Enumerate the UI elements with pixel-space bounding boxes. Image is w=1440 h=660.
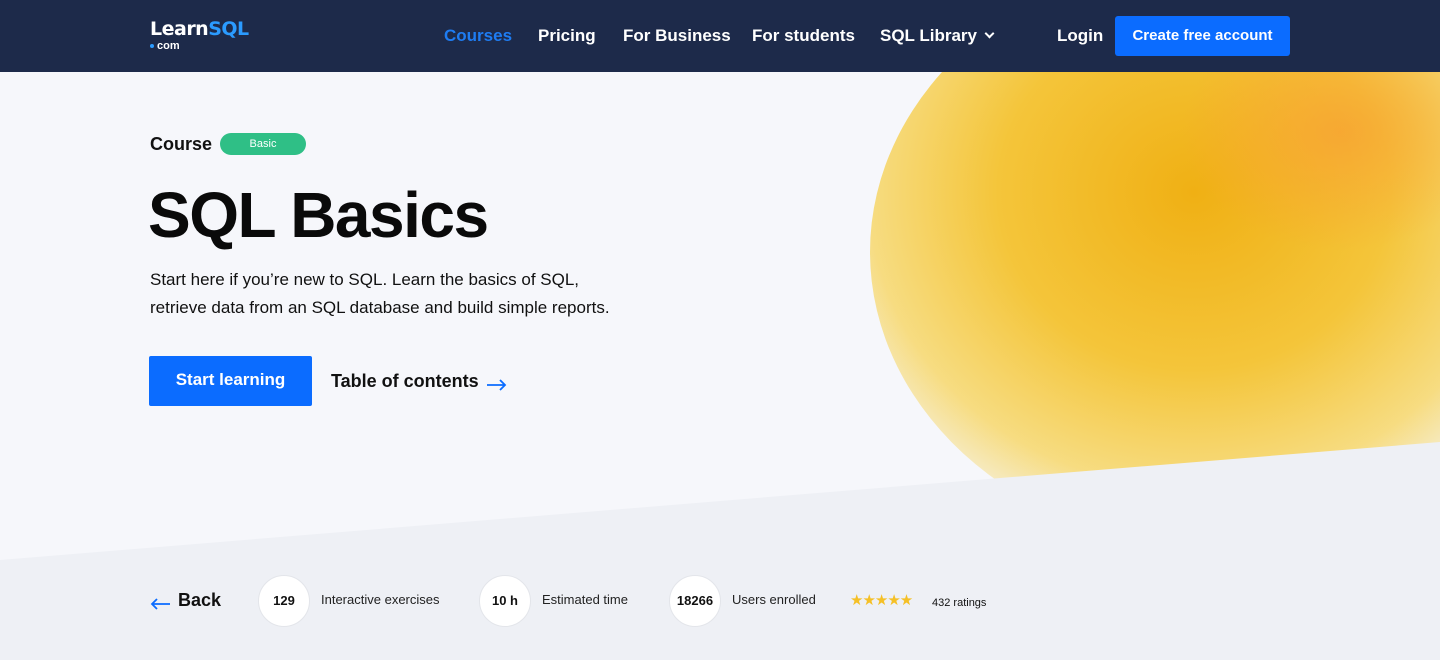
course-description: Start here if you’re new to SQL. Learn t…: [150, 270, 610, 317]
users-enrolled-count: 18266: [669, 575, 721, 627]
create-free-account-button[interactable]: Create free account: [1115, 16, 1290, 56]
start-learning-button[interactable]: Start learning: [149, 356, 312, 406]
logo-wordmark: LearnSQL: [150, 18, 249, 40]
estimated-time-value: 10 h: [479, 575, 531, 627]
top-navbar: LearnSQL com Courses Pricing For Busines…: [0, 0, 1440, 72]
nav-pricing-link[interactable]: Pricing: [538, 25, 596, 47]
estimated-time-label: Estimated time: [542, 592, 628, 607]
table-of-contents-link[interactable]: Table of contents: [331, 370, 507, 392]
nav-courses-link[interactable]: Courses: [444, 25, 512, 47]
nav-for-students-link[interactable]: For students: [752, 25, 855, 47]
arrow-right-icon: [486, 374, 507, 391]
learnsql-logo[interactable]: LearnSQL com: [150, 18, 260, 54]
ratings-count[interactable]: 432 ratings: [932, 596, 986, 610]
nav-sql-library-dropdown[interactable]: SQL Library: [880, 25, 995, 47]
back-link[interactable]: Back: [150, 589, 221, 611]
users-enrolled-label: Users enrolled: [732, 592, 816, 607]
arrow-left-icon: [150, 593, 170, 610]
page-title: SQL Basics: [148, 179, 489, 251]
exercises-count: 129: [258, 575, 310, 627]
nav-sql-library-label: SQL Library: [880, 26, 977, 45]
star-rating-icon: ★★★★★: [850, 592, 913, 609]
chevron-down-icon: [984, 28, 995, 39]
table-of-contents-label: Table of contents: [331, 371, 479, 391]
exercises-label: Interactive exercises: [321, 592, 440, 607]
login-link[interactable]: Login: [1057, 25, 1103, 47]
nav-for-business-link[interactable]: For Business: [623, 25, 731, 47]
logo-domain: com: [150, 40, 180, 52]
back-label: Back: [178, 590, 222, 610]
level-badge: Basic: [220, 133, 306, 155]
course-label: Course: [150, 134, 213, 154]
